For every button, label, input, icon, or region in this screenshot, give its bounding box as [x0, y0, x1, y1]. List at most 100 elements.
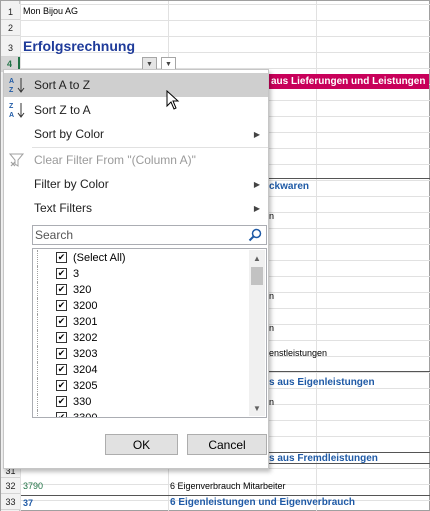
checkbox[interactable]: ✔: [56, 380, 67, 391]
menu-item-filter-by-color[interactable]: Filter by Color ▶: [4, 172, 268, 196]
filter-value-label: 3205: [73, 380, 98, 392]
tree-connector: [37, 250, 47, 266]
scroll-up-icon[interactable]: ▲: [249, 250, 265, 266]
menu-item-clear-filter: Clear Filter From "(Column A)": [4, 148, 268, 172]
row-header-33[interactable]: 33: [1, 494, 20, 510]
filter-value-label: 320: [73, 284, 92, 296]
filter-value-item[interactable]: ✔ 3202: [33, 330, 243, 346]
tree-connector: [37, 298, 47, 314]
filter-value-label: 3300: [73, 412, 98, 418]
tree-connector: [37, 346, 47, 362]
menu-item-sort-by-color[interactable]: Sort by Color ▶: [4, 122, 268, 146]
filter-value-item[interactable]: ✔ 3204: [33, 362, 243, 378]
search-box[interactable]: [32, 225, 267, 245]
tree-connector: [37, 314, 47, 330]
checkbox[interactable]: ✔: [56, 268, 67, 279]
tree-connector: [37, 266, 47, 282]
cancel-button[interactable]: Cancel: [187, 434, 267, 455]
checkbox[interactable]: ✔: [56, 348, 67, 359]
filter-value-label: 3201: [73, 316, 98, 328]
filter-value-item[interactable]: ✔ 3: [33, 266, 243, 282]
filter-value-item[interactable]: ✔ 330: [33, 394, 243, 410]
filter-value-item[interactable]: ✔ 3205: [33, 378, 243, 394]
account-name-cell[interactable]: 6 Eigenverbrauch Mitarbeiter: [170, 481, 286, 491]
filter-value-list[interactable]: ✔ (Select All) ✔ 3 ✔ 320 ✔ 3200 ✔ 3201 ✔ 3202 ✔ 3203 ✔…: [32, 248, 267, 418]
menu-item-label: Clear Filter From "(Column A)": [34, 153, 196, 167]
row-divider: [269, 463, 430, 464]
autofilter-menu: A Z Sort A to Z Z A Sort Z to A Sort by …: [3, 69, 269, 469]
menu-item-text-filters[interactable]: Text Filters ▶: [4, 196, 268, 220]
checkbox[interactable]: ✔: [56, 284, 67, 295]
menu-item-sort-z-to-a[interactable]: Z A Sort Z to A: [4, 98, 268, 122]
row-header-3[interactable]: 3: [1, 36, 20, 57]
menu-item-label: Filter by Color: [34, 177, 109, 191]
filter-value-item[interactable]: ✔ 320: [33, 282, 243, 298]
filter-value-label: 3200: [73, 300, 98, 312]
table-row[interactable]: 3790 6 Eigenverbrauch Mitarbeiter: [21, 479, 430, 495]
company-name-cell[interactable]: Mon Bijou AG: [23, 6, 78, 16]
sort-az-icon: A Z: [8, 75, 26, 95]
row-header-1[interactable]: 1: [1, 4, 20, 20]
cell-text[interactable]: n: [269, 323, 274, 333]
menu-item-label: Sort by Color: [34, 127, 105, 141]
account-name-cell[interactable]: 6 Eigenleistungen und Eigenverbrauch: [170, 497, 355, 508]
checkbox[interactable]: ✔: [56, 316, 67, 327]
svg-text:Z: Z: [9, 103, 14, 110]
filter-value-item[interactable]: ✔ 3200: [33, 298, 243, 314]
clear-filter-icon: [8, 150, 26, 170]
checkbox[interactable]: ✔: [56, 364, 67, 375]
menu-item-label: Sort Z to A: [34, 103, 91, 117]
checkbox[interactable]: ✔: [56, 412, 67, 417]
filter-value-item[interactable]: ✔ (Select All): [33, 250, 243, 266]
scroll-down-icon[interactable]: ▼: [249, 400, 265, 416]
cell-text[interactable]: s aus Eigenleistungen: [269, 377, 375, 388]
account-number-cell[interactable]: 37: [23, 498, 33, 508]
svg-text:Z: Z: [9, 87, 14, 94]
row-divider: [269, 371, 430, 372]
category-header-cell[interactable]: aus Lieferungen und Leistungen: [269, 74, 429, 89]
scroll-thumb[interactable]: [251, 267, 263, 285]
filter-value-label: 3: [73, 268, 80, 280]
row-divider: [269, 452, 430, 453]
filter-value-item[interactable]: ✔ 3201: [33, 314, 243, 330]
submenu-arrow-icon: ▶: [253, 129, 260, 139]
tree-connector: [37, 330, 47, 346]
checkbox[interactable]: ✔: [56, 300, 67, 311]
row-header-2[interactable]: 2: [1, 20, 20, 36]
filter-value-item[interactable]: ✔ 3300: [33, 410, 243, 418]
account-number-cell[interactable]: 3790: [23, 481, 43, 491]
cell-text[interactable]: ckwaren: [269, 181, 309, 192]
filter-value-label: 3202: [73, 332, 98, 344]
row-divider: [269, 178, 430, 179]
tree-connector: [37, 282, 47, 298]
filter-arrow-icon: ▼: [165, 60, 172, 68]
tree-connector: [37, 362, 47, 378]
cell-text[interactable]: n: [269, 397, 274, 407]
search-input[interactable]: [35, 227, 240, 243]
ok-button[interactable]: OK: [105, 434, 178, 455]
filter-value-label: 3204: [73, 364, 98, 376]
filter-value-label: 3203: [73, 348, 98, 360]
sheet-title-cell[interactable]: Erfolgsrechnung: [23, 38, 135, 54]
submenu-arrow-icon: ▶: [253, 179, 260, 189]
sort-za-icon: Z A: [8, 100, 26, 120]
row-header-32[interactable]: 32: [1, 478, 20, 494]
menu-item-sort-a-to-z[interactable]: A Z Sort A to Z: [4, 73, 268, 97]
svg-text:A: A: [9, 78, 14, 85]
filter-value-label: (Select All): [73, 252, 126, 264]
mouse-cursor-icon: [166, 90, 180, 110]
cell-text[interactable]: n: [269, 291, 274, 301]
checkbox[interactable]: ✔: [56, 396, 67, 407]
svg-text:A: A: [9, 112, 14, 119]
cell-text[interactable]: enstleistungen: [269, 348, 327, 358]
checkbox[interactable]: ✔: [56, 332, 67, 343]
cell-text[interactable]: n: [269, 211, 274, 221]
filter-value-item[interactable]: ✔ 3203: [33, 346, 243, 362]
menu-item-label: Text Filters: [34, 201, 93, 215]
search-icon[interactable]: [246, 227, 264, 243]
list-scrollbar[interactable]: ▲ ▼: [249, 250, 265, 416]
tree-connector: [37, 378, 47, 394]
tree-connector: [37, 410, 47, 417]
table-row[interactable]: 37 6 Eigenleistungen und Eigenverbrauch: [21, 495, 430, 511]
checkbox[interactable]: ✔: [56, 252, 67, 263]
